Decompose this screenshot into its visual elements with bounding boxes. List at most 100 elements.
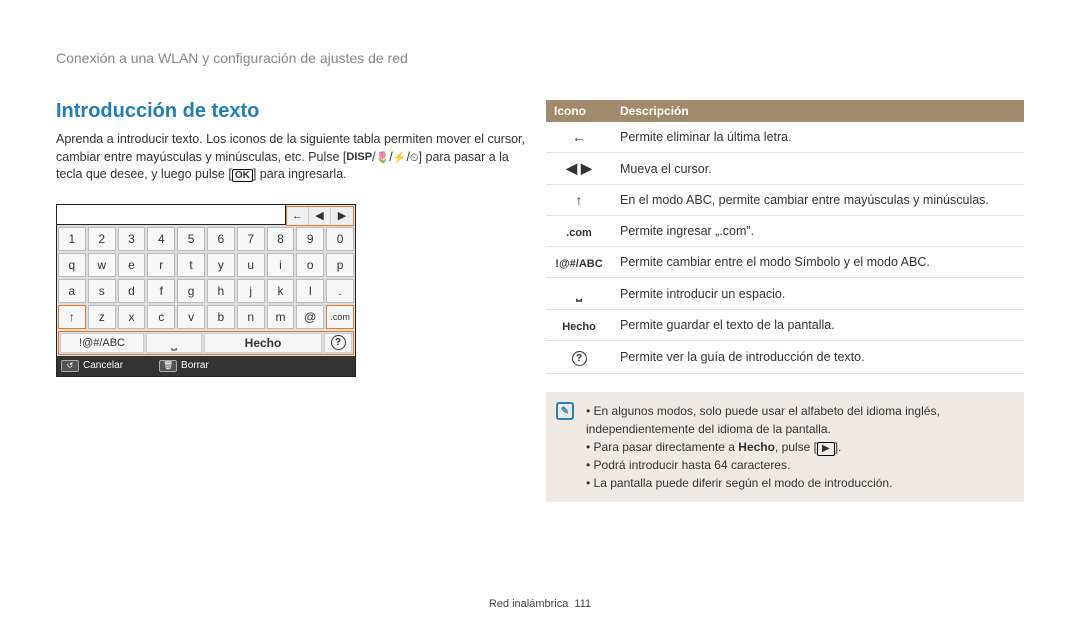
trash-icon: 🗑 <box>159 360 177 372</box>
kb-key[interactable]: 2 <box>88 227 116 251</box>
keyboard-arrow-group: ← ◀ ▶ <box>286 206 354 226</box>
ok-key: OK <box>232 169 253 182</box>
kb-delete: 🗑Borrar <box>159 360 209 372</box>
th-icon: Icono <box>546 100 612 122</box>
note-item-2: Para pasar directamente a Hecho, pulse [… <box>586 438 1012 456</box>
kb-space-key[interactable]: ⎵ <box>146 333 202 353</box>
desc-cell: Permite introducir un espacio. <box>612 278 1024 310</box>
kb-key[interactable]: g <box>177 279 205 303</box>
desc-cell: Permite ingresar „.com”. <box>612 216 1024 247</box>
kb-key[interactable]: 3 <box>118 227 146 251</box>
kb-key[interactable]: m <box>267 305 295 329</box>
section-title: Introducción de texto <box>56 100 526 123</box>
kb-key[interactable]: 0 <box>326 227 354 251</box>
footer-section: Red inalámbrica <box>489 598 568 610</box>
page-footer: Red inalámbrica 111 <box>0 598 1080 610</box>
kb-row-2: qwertyuiop <box>57 252 355 278</box>
kb-key[interactable]: t <box>177 253 205 277</box>
intro-text: Aprenda a introducir texto. Los iconos d… <box>56 131 526 184</box>
kb-key[interactable]: y <box>207 253 235 277</box>
disp-key: DISP <box>346 150 372 165</box>
kb-key[interactable]: l <box>296 279 324 303</box>
icon-cell: ← <box>546 122 612 153</box>
desc-cell: En el modo ABC, permite cambiar entre ma… <box>612 185 1024 216</box>
kb-key[interactable]: .com <box>326 305 354 329</box>
kb-row-1: 1234567890 <box>57 226 355 252</box>
note-item-3: Podrá introducir hasta 64 caracteres. <box>586 456 1012 474</box>
kb-right-icon[interactable]: ▶ <box>331 207 353 225</box>
kb-key[interactable]: @ <box>296 305 324 329</box>
kb-key[interactable]: f <box>147 279 175 303</box>
th-desc: Descripción <box>612 100 1024 122</box>
footer-page-number: 111 <box>574 598 591 610</box>
kb-footer: ↺Cancelar 🗑Borrar <box>57 356 355 376</box>
kb-key[interactable]: 9 <box>296 227 324 251</box>
kb-row-4: ↑zxcvbnm@.com <box>57 304 355 330</box>
kb-key[interactable]: q <box>58 253 86 277</box>
table-row: !@#/ABCPermite cambiar entre el modo Sím… <box>546 247 1024 278</box>
kb-cancel: ↺Cancelar <box>61 360 123 372</box>
note-icon: ✎ <box>556 402 574 420</box>
kb-key[interactable]: 8 <box>267 227 295 251</box>
kb-key[interactable]: c <box>147 305 175 329</box>
desc-cell: Permite eliminar la última letra. <box>612 122 1024 153</box>
kb-key[interactable]: w <box>88 253 116 277</box>
note-item-4: La pantalla puede diferir según el modo … <box>586 474 1012 492</box>
table-row: .comPermite ingresar „.com”. <box>546 216 1024 247</box>
kb-key[interactable]: u <box>237 253 265 277</box>
back-icon: ↺ <box>61 360 79 372</box>
table-row: HechoPermite guardar el texto de la pant… <box>546 310 1024 341</box>
kb-key[interactable]: k <box>267 279 295 303</box>
kb-key[interactable]: x <box>118 305 146 329</box>
kb-key[interactable]: n <box>237 305 265 329</box>
kb-row-3: asdfghjkl. <box>57 278 355 304</box>
kb-key[interactable]: i <box>267 253 295 277</box>
flash-icon: ⚡ <box>393 152 407 164</box>
kb-key[interactable]: e <box>118 253 146 277</box>
desc-cell: Permite cambiar entre el modo Símbolo y … <box>612 247 1024 278</box>
icon-cell: ◀ ▶ <box>546 153 612 185</box>
kb-key[interactable]: ↑ <box>58 305 86 329</box>
desc-cell: Permite guardar el texto de la pantalla. <box>612 310 1024 341</box>
kb-help-key[interactable]: ? <box>324 333 352 353</box>
kb-key[interactable]: z <box>88 305 116 329</box>
table-row: ←Permite eliminar la última letra. <box>546 122 1024 153</box>
kb-key[interactable]: b <box>207 305 235 329</box>
onscreen-keyboard: ← ◀ ▶ 1234567890 qwertyuiop asdfghjkl. ↑… <box>56 204 356 377</box>
kb-key[interactable]: d <box>118 279 146 303</box>
kb-key[interactable]: 4 <box>147 227 175 251</box>
kb-key[interactable]: a <box>58 279 86 303</box>
kb-key[interactable]: r <box>147 253 175 277</box>
icon-description-table: Icono Descripción ←Permite eliminar la ú… <box>546 100 1024 374</box>
desc-cell: Permite ver la guía de introducción de t… <box>612 341 1024 374</box>
icon-table-body: ←Permite eliminar la última letra.◀ ▶Mue… <box>546 122 1024 374</box>
kb-key[interactable]: s <box>88 279 116 303</box>
table-row: ⎵Permite introducir un espacio. <box>546 278 1024 310</box>
kb-mode-toggle[interactable]: !@#/ABC <box>60 333 144 353</box>
kb-key[interactable]: 5 <box>177 227 205 251</box>
kb-left-icon[interactable]: ◀ <box>309 207 331 225</box>
keyboard-input-field[interactable] <box>57 205 286 225</box>
kb-done-key[interactable]: Hecho <box>204 333 322 353</box>
kb-key[interactable]: p <box>326 253 354 277</box>
kb-key[interactable]: v <box>177 305 205 329</box>
kb-key[interactable]: 6 <box>207 227 235 251</box>
kb-key[interactable]: 7 <box>237 227 265 251</box>
table-row: ?Permite ver la guía de introducción de … <box>546 341 1024 374</box>
timer-icon: ⏲ <box>410 152 419 164</box>
icon-cell: ? <box>546 341 612 374</box>
page-section-header: Conexión a una WLAN y configuración de a… <box>56 50 1024 66</box>
note-box: ✎ En algunos modos, solo puede usar el a… <box>546 392 1024 502</box>
kb-key[interactable]: j <box>237 279 265 303</box>
note-item-1: En algunos modos, solo puede usar el alf… <box>586 402 1012 438</box>
kb-back-icon[interactable]: ← <box>287 207 309 225</box>
kb-key[interactable]: . <box>326 279 354 303</box>
table-row: ◀ ▶Mueva el cursor. <box>546 153 1024 185</box>
kb-key[interactable]: 1 <box>58 227 86 251</box>
kb-key[interactable]: o <box>296 253 324 277</box>
desc-cell: Mueva el cursor. <box>612 153 1024 185</box>
kb-key[interactable]: h <box>207 279 235 303</box>
macro-icon: 🌷 <box>376 152 390 164</box>
table-row: ↑En el modo ABC, permite cambiar entre m… <box>546 185 1024 216</box>
intro-part3: ] para ingresarla. <box>253 167 347 181</box>
